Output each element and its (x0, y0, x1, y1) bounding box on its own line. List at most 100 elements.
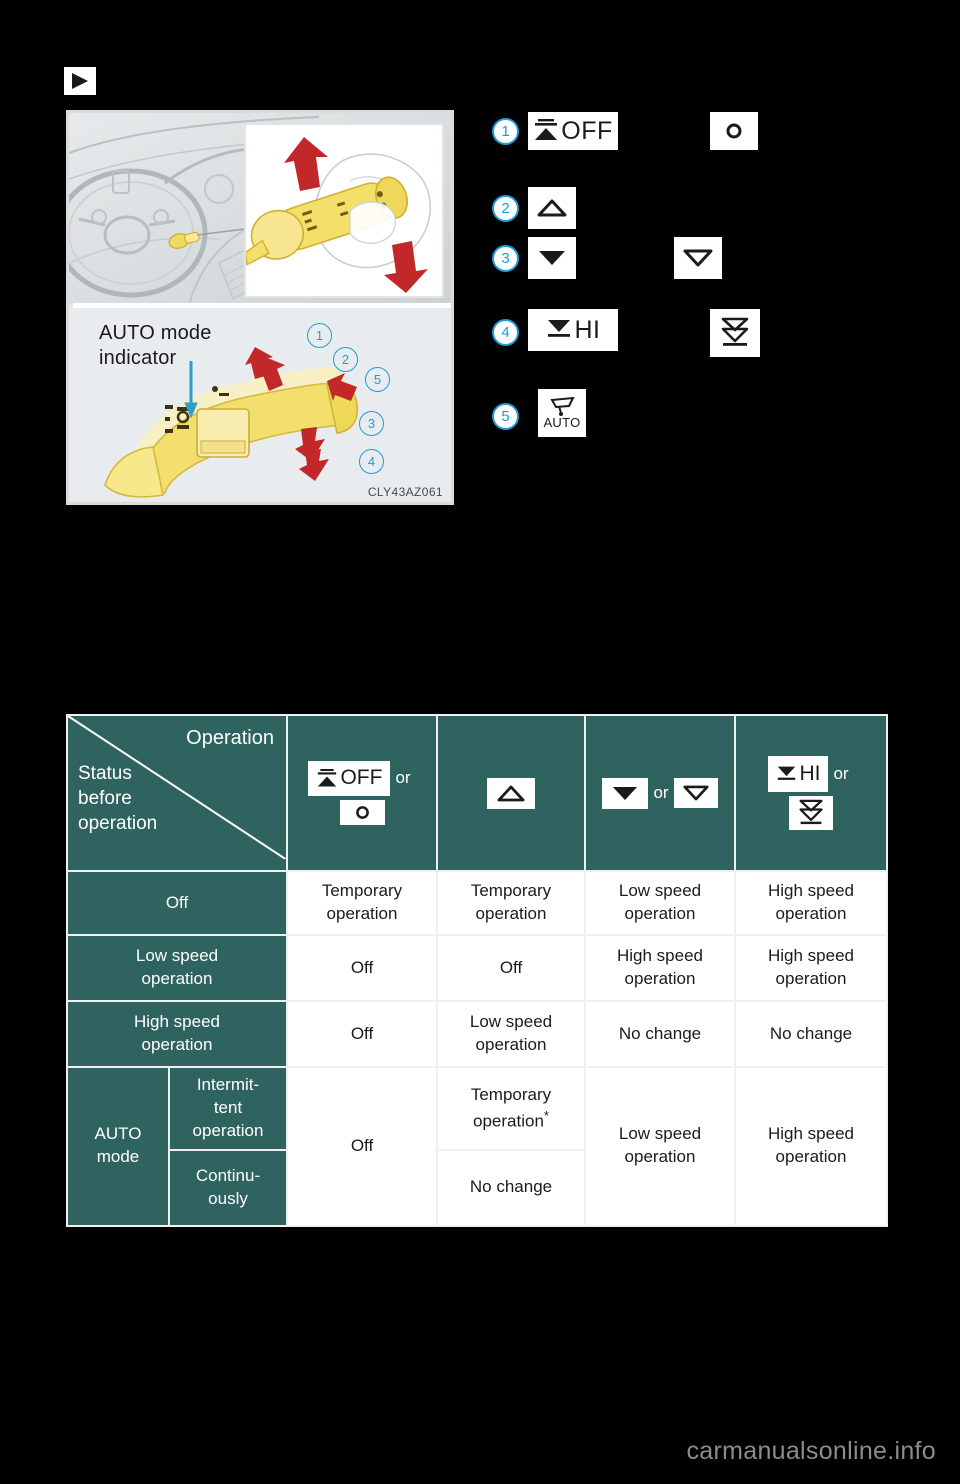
table-corner-cell: Operation Status before operation (68, 716, 286, 870)
triangle-down-solid-icon (528, 237, 576, 279)
cell-auto-intermittent-col2-text: Temporary operation (470, 1084, 552, 1131)
double-chevron-down-symbol-icon (721, 317, 749, 346)
row-header-off: Off (68, 872, 286, 934)
col-header-hi-text: HI (799, 761, 821, 785)
hi-symbol-icon (547, 320, 570, 337)
cell-high-col1: Off (288, 1002, 436, 1066)
illustration-panel: AUTO mode indicator 1 2 5 3 4 CLY43AZ061 (66, 110, 454, 505)
wiper-blade-symbol-icon (550, 396, 575, 416)
wiper-operation-table: Operation Status before operation OFF or… (66, 714, 888, 1227)
double-chevron-down-icon (789, 796, 833, 831)
table-col-header-hi: HI or (736, 716, 886, 870)
triangle-down-solid-icon (602, 777, 649, 809)
cell-auto-intermittent-col2: Temporary operation* (438, 1068, 584, 1149)
triangle-up-symbol-icon (537, 199, 567, 217)
legend-icon-text-5: AUTO (543, 415, 581, 430)
o-symbol-icon (726, 123, 742, 139)
col-header-or-3: or (833, 763, 849, 783)
illustration-callout-4: 4 (359, 449, 384, 474)
col-header-or-1: or (395, 768, 411, 788)
watermark: carmanualsonline.info (686, 1437, 936, 1465)
legend-item-3: 3 (492, 237, 912, 309)
circle-o-icon (710, 112, 758, 150)
triangle-down-outline-icon (674, 237, 722, 279)
cell-low-col1: Off (288, 936, 436, 1000)
illustration-inset (244, 123, 444, 298)
cell-off-col1: Temporary operation (288, 872, 436, 934)
cell-low-col4: High speed operation (736, 936, 886, 1000)
corner-status-label: Status before operation (78, 763, 158, 835)
cell-auto-continuously-col2: No change (438, 1150, 584, 1225)
wiper-auto-icon: AUTO (538, 389, 586, 437)
hi-speed-icon: HI (768, 755, 829, 793)
legend-badge-4: 4 (492, 319, 519, 346)
circle-o-icon (339, 799, 385, 825)
figure-code: CLY43AZ061 (367, 485, 443, 499)
legend-item-2: 2 (492, 187, 912, 237)
footnote-star: * (543, 1107, 549, 1123)
table-col-header-off: OFF or (288, 716, 436, 870)
cell-off-col3: Low speed operation (586, 872, 734, 934)
triangle-down-outline-symbol-icon (683, 249, 713, 267)
table-row: High speed operation Off Low speed operati… (68, 1002, 886, 1066)
legend-item-5: 5 AUTO (492, 389, 912, 449)
table-col-header-up (438, 716, 584, 870)
hi-speed-icon: HI (528, 309, 618, 351)
triangle-up-outline-icon (487, 777, 535, 809)
table-row: Off Temporary operation Temporary operatio… (68, 872, 886, 934)
legend-item-1: 1 OFF (492, 112, 912, 187)
legend-badge-5: 5 (492, 403, 519, 430)
table-header-row: Operation Status before operation OFF or… (68, 716, 886, 870)
triangle-up-symbol-icon (497, 785, 525, 801)
mist-symbol-icon (318, 768, 337, 786)
row-header-low-speed: Low speed operation (68, 936, 286, 1000)
table-row: AUTO mode Intermit-tent operation Off Temp… (68, 1068, 886, 1225)
triangle-up-outline-icon (528, 187, 576, 229)
mist-off-icon: OFF (528, 112, 618, 150)
cell-auto-col1: Off (288, 1068, 436, 1225)
lever-hand-drawing-icon (244, 137, 432, 293)
cell-low-col2: Off (438, 936, 584, 1000)
mist-symbol-icon (535, 119, 558, 140)
auto-mode-indicator-label: AUTO mode indicator (99, 322, 212, 369)
legend-list: 1 OFF 2 3 4 HI 5 AUTO (492, 112, 912, 449)
table-row: Low speed operation Off Off High speed ope… (68, 936, 886, 1000)
row-header-auto-continuously: Continu-ously (170, 1150, 286, 1225)
hi-symbol-icon (778, 766, 796, 780)
illustration-callout-3: 3 (359, 411, 384, 436)
triangle-down-outline-icon (673, 778, 718, 808)
table-col-header-down: or (586, 716, 734, 870)
cell-auto-col3: Low speed operation (586, 1068, 734, 1225)
corner-operation-label: Operation (186, 727, 274, 749)
triangle-down-solid-symbol-icon (613, 786, 638, 800)
legend-badge-3: 3 (492, 245, 519, 272)
legend-icon-text-4: HI (574, 315, 601, 344)
o-symbol-icon (355, 805, 369, 819)
legend-badge-2: 2 (492, 195, 519, 222)
manual-page: AUTO mode indicator 1 2 5 3 4 CLY43AZ061… (0, 0, 960, 1484)
col-header-or-2: or (653, 782, 669, 802)
illustration-lever-detail: AUTO mode indicator 1 2 5 3 4 CLY43AZ061 (69, 309, 451, 502)
illustration-divider (73, 303, 451, 308)
double-chevron-down-icon (710, 309, 760, 357)
row-header-auto-intermittent: Intermit-tent operation (170, 1068, 286, 1149)
cell-high-col3: No change (586, 1002, 734, 1066)
col-header-off-text: OFF (340, 766, 383, 790)
solid-right-triangle-icon (72, 73, 88, 89)
cell-off-col2: Temporary operation (438, 872, 584, 934)
row-header-high-speed: High speed operation (68, 1002, 286, 1066)
triangle-down-outline-symbol-icon (682, 785, 709, 801)
cell-high-col2: Low speed operation (438, 1002, 584, 1066)
triangle-down-solid-symbol-icon (539, 251, 565, 265)
row-header-auto-mode: AUTO mode (68, 1068, 168, 1225)
cell-off-col4: High speed operation (736, 872, 886, 934)
legend-icon-text-1: OFF (561, 116, 613, 145)
cell-auto-col4: High speed operation (736, 1068, 886, 1225)
illustration-callout-1: 1 (307, 323, 332, 348)
mist-off-icon: OFF (308, 761, 391, 796)
illustration-callout-2: 2 (333, 347, 358, 372)
cell-high-col4: No change (736, 1002, 886, 1066)
double-chevron-down-symbol-icon (799, 799, 823, 825)
legend-item-4: 4 HI (492, 309, 912, 389)
cell-low-col3: High speed operation (586, 936, 734, 1000)
